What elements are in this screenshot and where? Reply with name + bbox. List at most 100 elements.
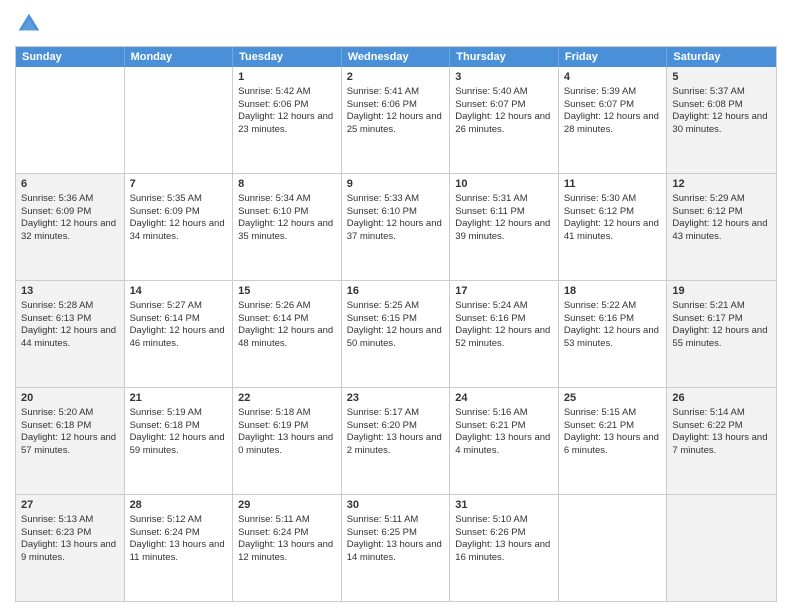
day-info: Sunrise: 5:30 AM Sunset: 6:12 PM Dayligh… [564, 193, 659, 242]
day-info: Sunrise: 5:11 AM Sunset: 6:25 PM Dayligh… [347, 514, 442, 563]
calendar-week-1: 1Sunrise: 5:42 AM Sunset: 6:06 PM Daylig… [16, 67, 776, 173]
calendar-cell: 4Sunrise: 5:39 AM Sunset: 6:07 PM Daylig… [559, 67, 668, 173]
day-number: 2 [347, 70, 445, 85]
day-number: 24 [455, 391, 553, 406]
calendar-cell: 17Sunrise: 5:24 AM Sunset: 6:16 PM Dayli… [450, 281, 559, 387]
day-info: Sunrise: 5:25 AM Sunset: 6:15 PM Dayligh… [347, 300, 442, 349]
day-number: 25 [564, 391, 662, 406]
day-number: 9 [347, 177, 445, 192]
day-info: Sunrise: 5:34 AM Sunset: 6:10 PM Dayligh… [238, 193, 333, 242]
calendar-cell: 1Sunrise: 5:42 AM Sunset: 6:06 PM Daylig… [233, 67, 342, 173]
calendar-cell: 26Sunrise: 5:14 AM Sunset: 6:22 PM Dayli… [667, 388, 776, 494]
day-info: Sunrise: 5:14 AM Sunset: 6:22 PM Dayligh… [672, 407, 767, 456]
calendar-cell: 3Sunrise: 5:40 AM Sunset: 6:07 PM Daylig… [450, 67, 559, 173]
day-number: 21 [130, 391, 228, 406]
day-number: 10 [455, 177, 553, 192]
calendar-cell: 7Sunrise: 5:35 AM Sunset: 6:09 PM Daylig… [125, 174, 234, 280]
day-info: Sunrise: 5:29 AM Sunset: 6:12 PM Dayligh… [672, 193, 767, 242]
day-info: Sunrise: 5:24 AM Sunset: 6:16 PM Dayligh… [455, 300, 550, 349]
day-info: Sunrise: 5:16 AM Sunset: 6:21 PM Dayligh… [455, 407, 550, 456]
calendar-cell: 27Sunrise: 5:13 AM Sunset: 6:23 PM Dayli… [16, 495, 125, 601]
calendar-cell: 30Sunrise: 5:11 AM Sunset: 6:25 PM Dayli… [342, 495, 451, 601]
day-header-wednesday: Wednesday [342, 47, 451, 67]
calendar-cell [559, 495, 668, 601]
calendar-cell [16, 67, 125, 173]
day-info: Sunrise: 5:42 AM Sunset: 6:06 PM Dayligh… [238, 86, 333, 135]
day-number: 26 [672, 391, 771, 406]
day-number: 4 [564, 70, 662, 85]
day-info: Sunrise: 5:40 AM Sunset: 6:07 PM Dayligh… [455, 86, 550, 135]
calendar-cell: 16Sunrise: 5:25 AM Sunset: 6:15 PM Dayli… [342, 281, 451, 387]
day-info: Sunrise: 5:26 AM Sunset: 6:14 PM Dayligh… [238, 300, 333, 349]
day-info: Sunrise: 5:28 AM Sunset: 6:13 PM Dayligh… [21, 300, 116, 349]
day-number: 19 [672, 284, 771, 299]
calendar-cell: 8Sunrise: 5:34 AM Sunset: 6:10 PM Daylig… [233, 174, 342, 280]
day-header-monday: Monday [125, 47, 234, 67]
day-number: 8 [238, 177, 336, 192]
calendar-cell: 18Sunrise: 5:22 AM Sunset: 6:16 PM Dayli… [559, 281, 668, 387]
day-info: Sunrise: 5:27 AM Sunset: 6:14 PM Dayligh… [130, 300, 225, 349]
calendar-cell: 15Sunrise: 5:26 AM Sunset: 6:14 PM Dayli… [233, 281, 342, 387]
day-number: 11 [564, 177, 662, 192]
day-number: 23 [347, 391, 445, 406]
day-info: Sunrise: 5:19 AM Sunset: 6:18 PM Dayligh… [130, 407, 225, 456]
day-number: 15 [238, 284, 336, 299]
day-number: 16 [347, 284, 445, 299]
day-info: Sunrise: 5:15 AM Sunset: 6:21 PM Dayligh… [564, 407, 659, 456]
day-number: 22 [238, 391, 336, 406]
day-info: Sunrise: 5:41 AM Sunset: 6:06 PM Dayligh… [347, 86, 442, 135]
calendar: SundayMondayTuesdayWednesdayThursdayFrid… [15, 46, 777, 602]
day-number: 20 [21, 391, 119, 406]
day-number: 30 [347, 498, 445, 513]
day-header-sunday: Sunday [16, 47, 125, 67]
logo [15, 10, 47, 38]
calendar-cell: 19Sunrise: 5:21 AM Sunset: 6:17 PM Dayli… [667, 281, 776, 387]
calendar-cell: 5Sunrise: 5:37 AM Sunset: 6:08 PM Daylig… [667, 67, 776, 173]
calendar-cell: 14Sunrise: 5:27 AM Sunset: 6:14 PM Dayli… [125, 281, 234, 387]
calendar-cell: 25Sunrise: 5:15 AM Sunset: 6:21 PM Dayli… [559, 388, 668, 494]
day-number: 17 [455, 284, 553, 299]
calendar-cell: 24Sunrise: 5:16 AM Sunset: 6:21 PM Dayli… [450, 388, 559, 494]
day-info: Sunrise: 5:12 AM Sunset: 6:24 PM Dayligh… [130, 514, 225, 563]
day-number: 12 [672, 177, 771, 192]
page: SundayMondayTuesdayWednesdayThursdayFrid… [0, 0, 792, 612]
calendar-cell: 31Sunrise: 5:10 AM Sunset: 6:26 PM Dayli… [450, 495, 559, 601]
day-info: Sunrise: 5:35 AM Sunset: 6:09 PM Dayligh… [130, 193, 225, 242]
day-number: 5 [672, 70, 771, 85]
day-number: 6 [21, 177, 119, 192]
calendar-cell [125, 67, 234, 173]
day-number: 13 [21, 284, 119, 299]
calendar-cell [667, 495, 776, 601]
calendar-cell: 2Sunrise: 5:41 AM Sunset: 6:06 PM Daylig… [342, 67, 451, 173]
day-header-thursday: Thursday [450, 47, 559, 67]
day-info: Sunrise: 5:21 AM Sunset: 6:17 PM Dayligh… [672, 300, 767, 349]
day-number: 1 [238, 70, 336, 85]
day-info: Sunrise: 5:33 AM Sunset: 6:10 PM Dayligh… [347, 193, 442, 242]
day-info: Sunrise: 5:20 AM Sunset: 6:18 PM Dayligh… [21, 407, 116, 456]
calendar-cell: 28Sunrise: 5:12 AM Sunset: 6:24 PM Dayli… [125, 495, 234, 601]
day-number: 18 [564, 284, 662, 299]
calendar-cell: 12Sunrise: 5:29 AM Sunset: 6:12 PM Dayli… [667, 174, 776, 280]
calendar-cell: 21Sunrise: 5:19 AM Sunset: 6:18 PM Dayli… [125, 388, 234, 494]
calendar-cell: 9Sunrise: 5:33 AM Sunset: 6:10 PM Daylig… [342, 174, 451, 280]
calendar-cell: 20Sunrise: 5:20 AM Sunset: 6:18 PM Dayli… [16, 388, 125, 494]
calendar-header: SundayMondayTuesdayWednesdayThursdayFrid… [16, 47, 776, 67]
header [15, 10, 777, 38]
calendar-body: 1Sunrise: 5:42 AM Sunset: 6:06 PM Daylig… [16, 67, 776, 601]
day-info: Sunrise: 5:13 AM Sunset: 6:23 PM Dayligh… [21, 514, 116, 563]
logo-icon [15, 10, 43, 38]
day-number: 3 [455, 70, 553, 85]
calendar-cell: 6Sunrise: 5:36 AM Sunset: 6:09 PM Daylig… [16, 174, 125, 280]
day-info: Sunrise: 5:22 AM Sunset: 6:16 PM Dayligh… [564, 300, 659, 349]
calendar-week-4: 20Sunrise: 5:20 AM Sunset: 6:18 PM Dayli… [16, 387, 776, 494]
calendar-cell: 11Sunrise: 5:30 AM Sunset: 6:12 PM Dayli… [559, 174, 668, 280]
day-info: Sunrise: 5:10 AM Sunset: 6:26 PM Dayligh… [455, 514, 550, 563]
calendar-week-3: 13Sunrise: 5:28 AM Sunset: 6:13 PM Dayli… [16, 280, 776, 387]
day-header-saturday: Saturday [667, 47, 776, 67]
calendar-cell: 29Sunrise: 5:11 AM Sunset: 6:24 PM Dayli… [233, 495, 342, 601]
calendar-cell: 22Sunrise: 5:18 AM Sunset: 6:19 PM Dayli… [233, 388, 342, 494]
day-info: Sunrise: 5:31 AM Sunset: 6:11 PM Dayligh… [455, 193, 550, 242]
calendar-cell: 10Sunrise: 5:31 AM Sunset: 6:11 PM Dayli… [450, 174, 559, 280]
day-number: 14 [130, 284, 228, 299]
day-number: 7 [130, 177, 228, 192]
